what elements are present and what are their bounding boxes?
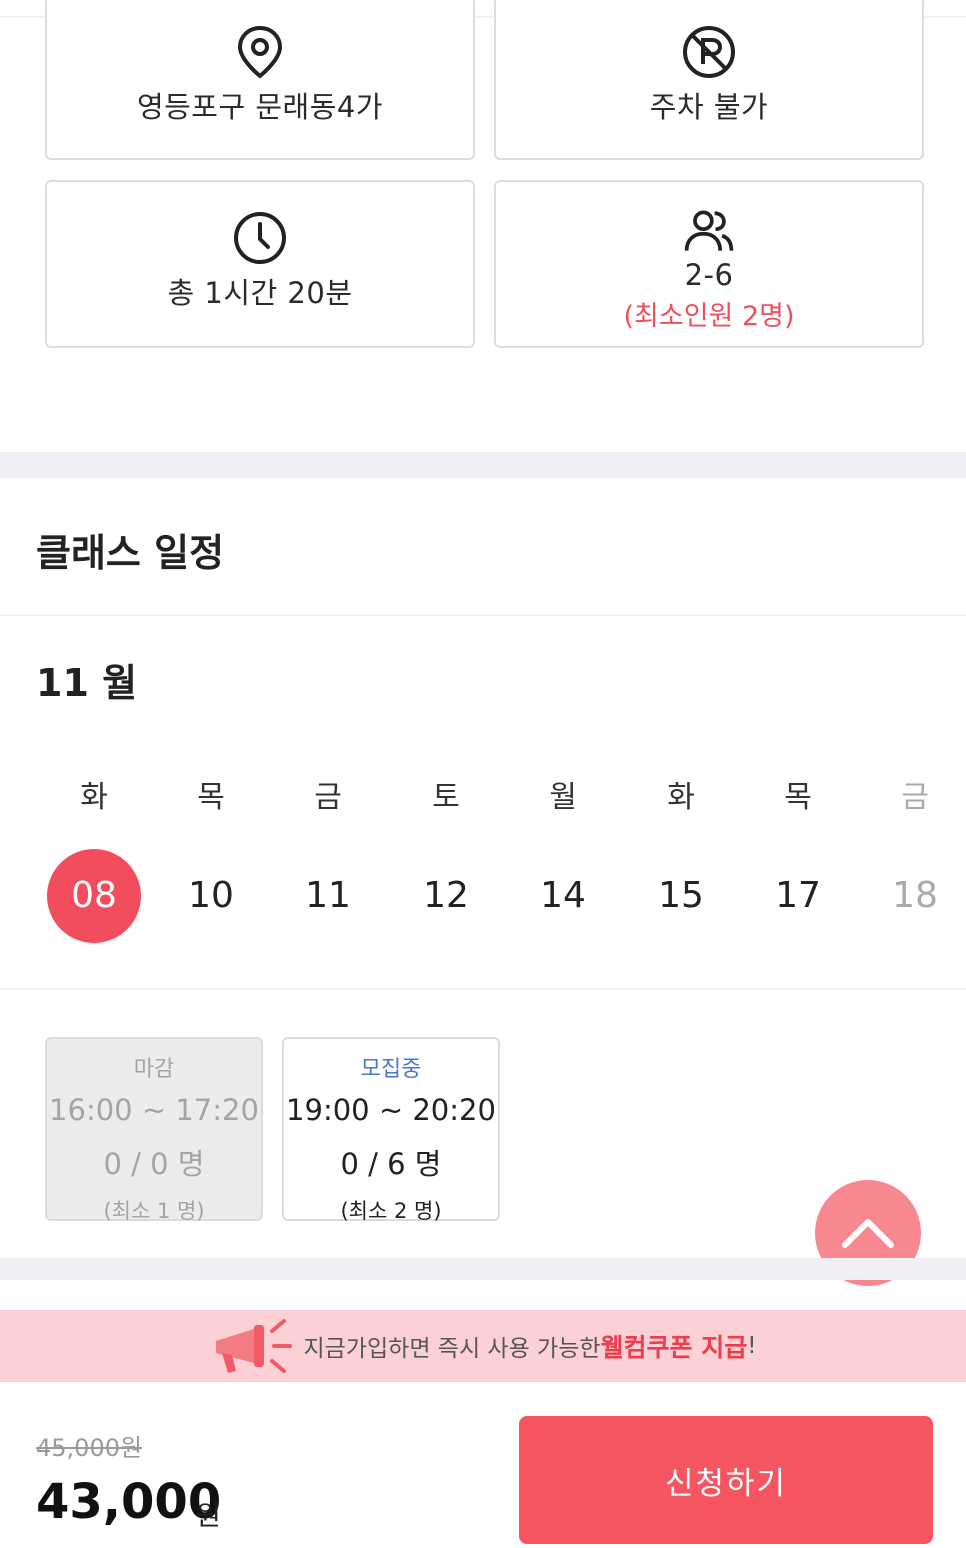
- location-card: 영등포구 문래동4가: [45, 0, 475, 160]
- currency-label: 원: [196, 1501, 221, 1532]
- duration-text: 총 1시간 20분: [167, 276, 353, 310]
- promo-text: 지금가입하면 즉시 사용 가능한: [303, 1336, 601, 1362]
- month-label: 11 월: [36, 661, 138, 705]
- date-button[interactable]: 10: [164, 849, 258, 943]
- slot-count: 0 / 6 명: [340, 1147, 442, 1181]
- dow-label: 목: [197, 780, 225, 815]
- dow-label: 화: [667, 780, 695, 815]
- date-button[interactable]: 18: [868, 849, 962, 943]
- parking-card: 주차 불가: [494, 0, 924, 160]
- capacity-minimum: (최소인원 2명): [623, 301, 795, 332]
- dow-label: 금: [314, 780, 342, 815]
- date-button[interactable]: 15: [634, 849, 728, 943]
- dow-label: 토: [432, 780, 460, 815]
- apply-button[interactable]: 신청하기: [519, 1416, 933, 1544]
- dow-label: 목: [784, 780, 812, 815]
- chevron-up-icon: [842, 1219, 894, 1248]
- megaphone-icon: [215, 1319, 292, 1373]
- date-button[interactable]: 14: [516, 849, 610, 943]
- section-separator: [0, 1258, 966, 1280]
- people-icon: [681, 206, 737, 256]
- capacity-card: 2-6 (최소인원 2명): [494, 180, 924, 348]
- time-slot-closed[interactable]: 마감 16:00 ~ 17:20 0 / 0 명 (최소 1 명): [45, 1037, 263, 1223]
- slot-minimum: (최소 2 명): [340, 1199, 442, 1223]
- original-price: 45,000원: [36, 1434, 143, 1462]
- duration-card: 총 1시간 20분: [45, 180, 475, 348]
- dow-label: 월: [549, 780, 577, 815]
- welcome-coupon-banner[interactable]: 지금가입하면 즉시 사용 가능한 웰컴쿠폰 지급 !: [0, 1310, 966, 1382]
- date-button[interactable]: 17: [751, 849, 845, 943]
- location-pin-icon: [232, 24, 288, 80]
- divider: [0, 614, 966, 616]
- slot-time: 19:00 ~ 20:20: [286, 1093, 496, 1127]
- divider: [0, 988, 966, 990]
- promo-suffix: !: [747, 1333, 757, 1359]
- slot-status: 마감: [133, 1057, 175, 1082]
- section-separator: [0, 452, 966, 478]
- slot-status: 모집중: [360, 1057, 422, 1082]
- schedule-title: 클래스 일정: [36, 531, 225, 575]
- location-text: 영등포구 문래동4가: [136, 90, 384, 124]
- time-slot-open[interactable]: 모집중 19:00 ~ 20:20 0 / 6 명 (최소 2 명): [282, 1037, 500, 1223]
- capacity-text: 2-6: [684, 258, 734, 292]
- parking-text: 주차 불가: [649, 90, 769, 124]
- slot-time: 16:00 ~ 17:20: [49, 1093, 259, 1127]
- dow-label: 화: [80, 780, 108, 815]
- no-parking-icon: [681, 24, 737, 80]
- date-button[interactable]: 12: [399, 849, 493, 943]
- slot-minimum: (최소 1 명): [103, 1199, 205, 1223]
- clock-icon: [232, 210, 288, 266]
- promo-highlight: 웰컴쿠폰 지급: [600, 1333, 748, 1362]
- date-button[interactable]: 11: [281, 849, 375, 943]
- slot-count: 0 / 0 명: [103, 1147, 205, 1181]
- sale-price: 43,000: [36, 1474, 222, 1530]
- date-button-selected[interactable]: 08: [47, 849, 141, 943]
- dow-label: 금: [901, 780, 929, 815]
